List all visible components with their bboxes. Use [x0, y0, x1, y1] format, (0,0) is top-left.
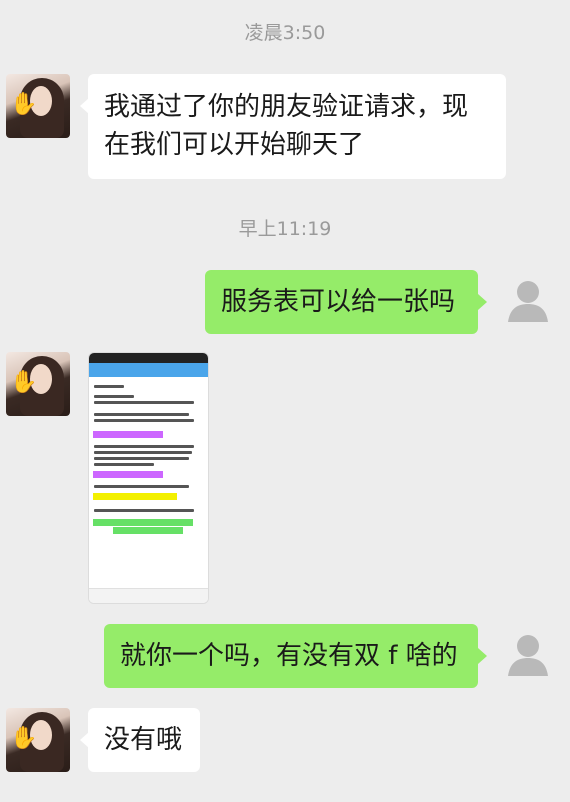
default-user-icon[interactable] [496, 270, 560, 334]
outgoing-message-bubble[interactable]: 服务表可以给一张吗 [205, 270, 478, 334]
message-text: 就你一个吗，有没有双 f 啥的 [120, 641, 458, 671]
contact-avatar[interactable]: ✋ [6, 708, 70, 772]
timestamp: 早上11:19 [238, 218, 332, 240]
message-text: 在我们可以开始聊天了 [104, 130, 365, 160]
contact-avatar[interactable]: ✋ [6, 74, 70, 138]
message-text: 我通过了你的朋友验证请求，现 [104, 92, 469, 122]
contact-avatar[interactable]: ✋ [6, 352, 70, 416]
outgoing-message-bubble[interactable]: 就你一个吗，有没有双 f 啥的 [104, 624, 478, 688]
user-silhouette-icon [508, 281, 548, 322]
default-user-icon[interactable] [496, 624, 560, 688]
image-thumbnail[interactable] [88, 352, 209, 604]
incoming-message-bubble[interactable]: 我通过了你的朋友验证请求，现 在我们可以开始聊天了 [88, 74, 506, 179]
message-text: 没有哦 [104, 725, 183, 755]
bubble-tail [478, 648, 487, 664]
bubble-tail [478, 294, 487, 310]
incoming-message-bubble[interactable]: 没有哦 [88, 708, 200, 772]
timestamp: 凌晨3:50 [244, 22, 326, 44]
message-text: 服务表可以给一张吗 [221, 287, 456, 317]
user-silhouette-icon [508, 635, 548, 676]
